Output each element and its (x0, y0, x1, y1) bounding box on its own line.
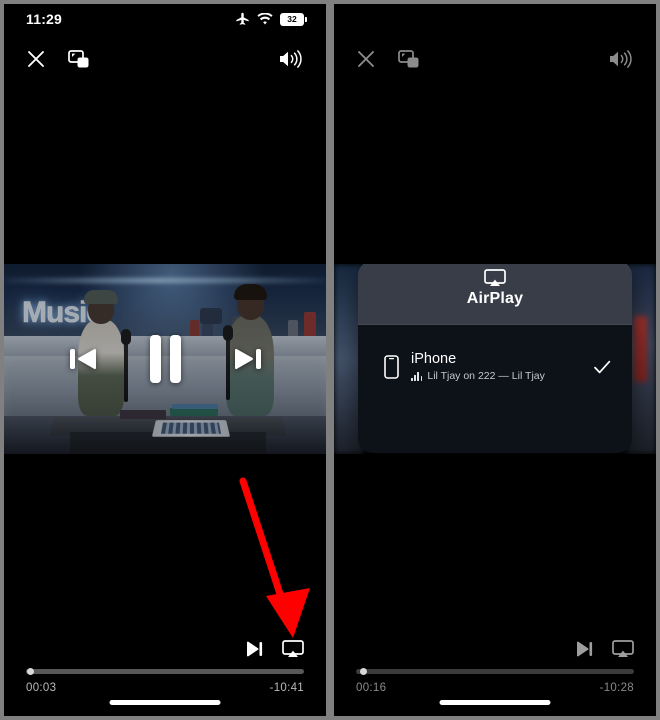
battery-level: 32 (287, 13, 297, 24)
airplay-icon[interactable] (282, 640, 304, 658)
scrubber-knob[interactable] (360, 668, 368, 675)
battery-icon: 32 (280, 12, 307, 26)
previous-track-button[interactable] (66, 342, 100, 376)
volume-icon[interactable] (278, 49, 304, 69)
close-icon[interactable] (356, 49, 376, 69)
airplay-device-row[interactable]: iPhone Lil Tjay on 222 — Lil Tjay (358, 325, 632, 382)
pause-button[interactable] (149, 335, 181, 383)
player-top-bar (334, 42, 656, 76)
picture-in-picture-icon[interactable] (68, 49, 90, 69)
picture-in-picture-icon[interactable] (398, 49, 420, 69)
airplay-sheet: AirPlay iPhone Lil Tjay on 222 — Lil Tja… (358, 264, 632, 453)
playback-controls (4, 264, 326, 454)
airplay-icon[interactable] (612, 640, 634, 658)
airplay-device-subtitle: Lil Tjay on 222 — Lil Tjay (427, 370, 545, 382)
airplay-device-name: iPhone (411, 351, 457, 367)
video-frame[interactable]: Music (4, 264, 326, 454)
checkmark-icon (594, 360, 611, 373)
airplay-icon (484, 269, 506, 286)
wifi-icon (257, 12, 273, 24)
now-playing-equalizer-icon (411, 371, 423, 381)
time-labels: 00:03 -10:41 (26, 682, 304, 716)
close-icon[interactable] (26, 49, 46, 69)
home-indicator[interactable] (439, 700, 551, 705)
airplane-mode-icon (236, 12, 249, 25)
transport-icons (356, 640, 634, 669)
progress-scrubber[interactable] (356, 668, 634, 675)
video-frame[interactable]: AirPlay iPhone Lil Tjay on 222 — Lil Tja… (334, 264, 656, 454)
next-track-icon (234, 348, 261, 370)
transport-icons (26, 640, 304, 669)
skip-forward-icon[interactable] (575, 641, 594, 657)
remaining-time: -10:41 (269, 682, 304, 694)
left-phone-screen: 11:29 32 Music 00:03 -10:41 (4, 4, 326, 716)
screenshot-stage: 11:29 32 Music 00:03 -10:41 AirPlay iPho… (0, 0, 660, 720)
time-labels: 00:16 -10:28 (356, 682, 634, 716)
player-top-bar (4, 42, 326, 76)
next-track-button[interactable] (231, 342, 265, 376)
status-bar-icons: 32 (235, 12, 307, 26)
player-bottom-bar: 00:16 -10:28 (334, 640, 656, 716)
airplay-sheet-header: AirPlay (358, 264, 632, 325)
pause-bar (169, 335, 181, 383)
volume-icon[interactable] (608, 49, 634, 69)
panel-divider (326, 0, 334, 720)
progress-scrubber[interactable] (26, 668, 304, 675)
status-bar-time: 11:29 (26, 11, 63, 27)
status-bar: 11:29 32 (4, 4, 326, 34)
player-bottom-bar: 00:03 -10:41 (4, 640, 326, 716)
previous-track-icon (69, 348, 96, 370)
airplay-sheet-title: AirPlay (466, 290, 524, 307)
iphone-icon (384, 354, 399, 379)
home-indicator[interactable] (109, 700, 221, 705)
pause-bar (149, 335, 161, 383)
elapsed-time: 00:03 (26, 682, 57, 694)
elapsed-time: 00:16 (356, 682, 387, 694)
skip-forward-icon[interactable] (245, 641, 264, 657)
airplay-device-subtitle-row: Lil Tjay on 222 — Lil Tjay (411, 370, 580, 382)
right-phone-screen: AirPlay iPhone Lil Tjay on 222 — Lil Tja… (334, 4, 656, 716)
scrubber-knob[interactable] (27, 668, 35, 675)
remaining-time: -10:28 (599, 682, 634, 694)
